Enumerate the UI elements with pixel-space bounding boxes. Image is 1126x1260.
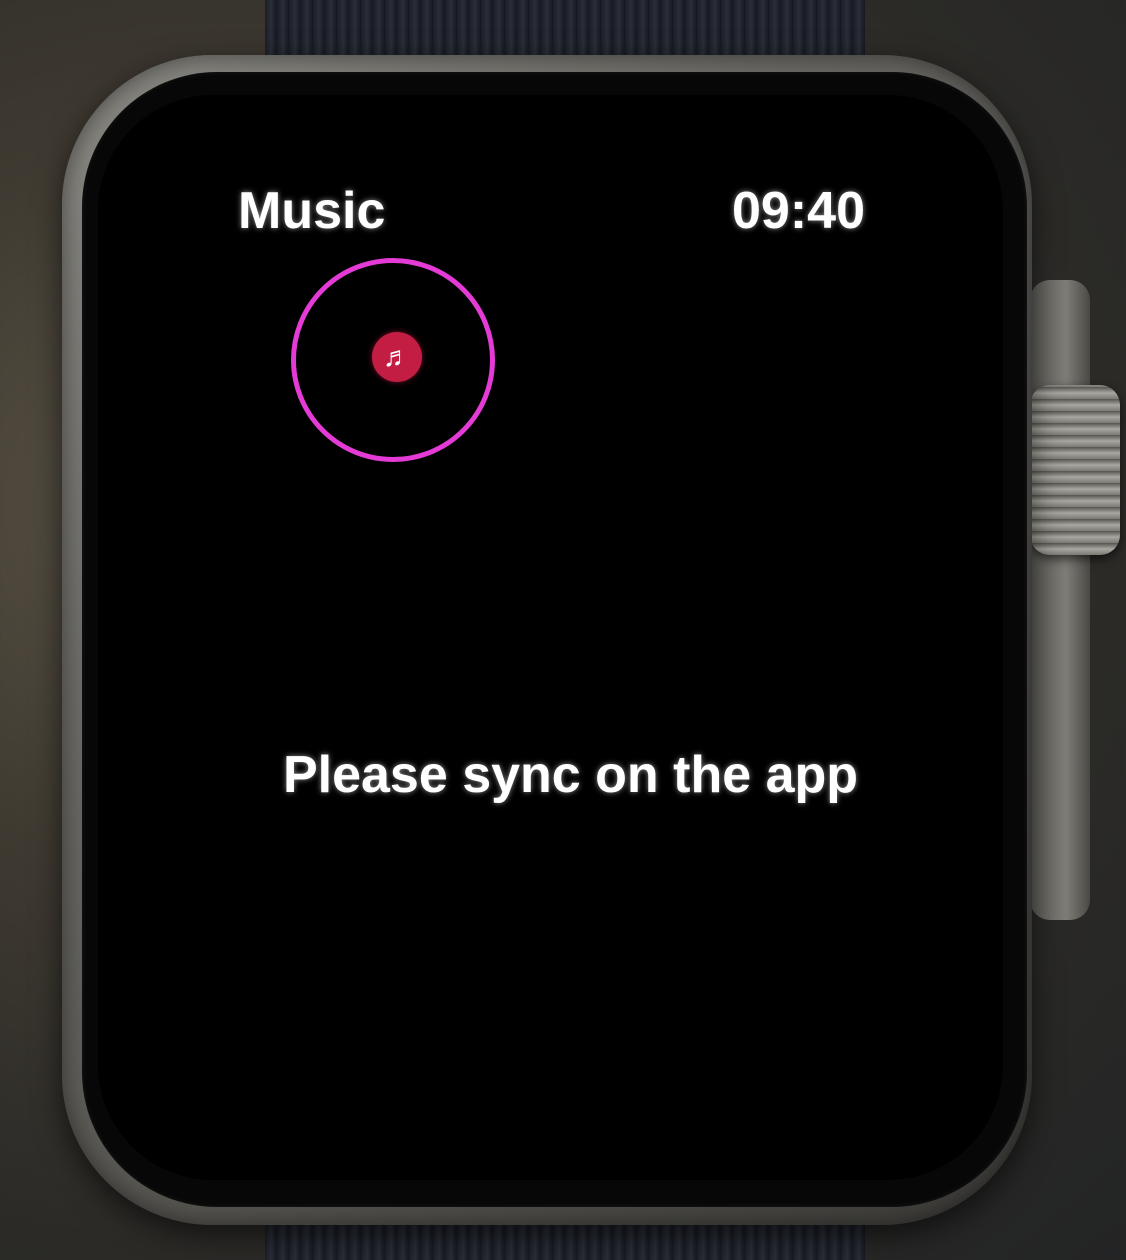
status-time: 09:40 [732,182,865,240]
app-title: Music [238,182,386,240]
watch-screen: Music 09:40 ♬ Please sync on the app [98,95,1003,1180]
side-button[interactable] [1030,280,1090,920]
digital-crown[interactable] [1030,385,1120,555]
sync-message: Please sync on the app [282,746,859,804]
highlight-ring [291,258,495,462]
